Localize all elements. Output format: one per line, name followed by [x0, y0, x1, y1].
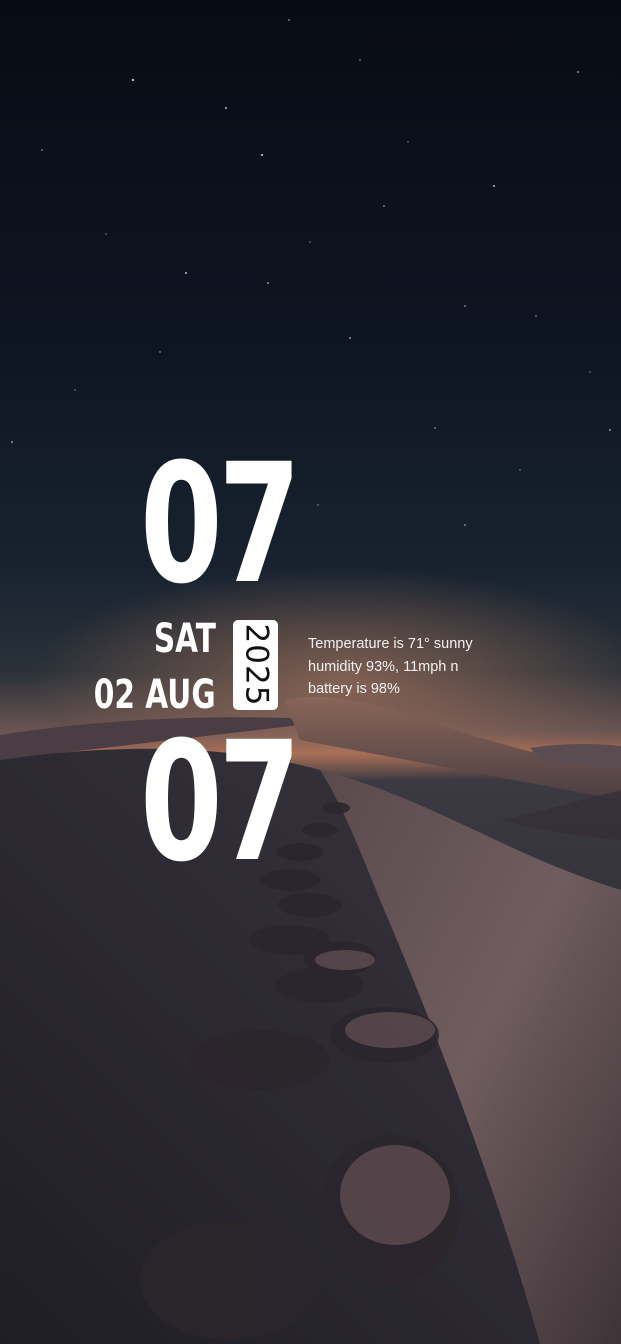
battery-line: battery is 98%	[308, 681, 400, 697]
status-info: Temperature is 71° sunny humidity 93%, 1…	[308, 633, 473, 701]
year-badge: 2025	[233, 620, 278, 710]
weather-line: Temperature is 71° sunny	[308, 636, 473, 652]
humidity-wind-line: humidity 93%, 11mph n	[308, 658, 459, 675]
clock-minute: 07	[140, 706, 301, 898]
lock-screen: 07 SAT 02 AUG 2025 Temperature is 71° su…	[0, 0, 621, 1344]
year-label: 2025	[238, 623, 274, 707]
weekday-label: SAT	[153, 616, 216, 662]
clock-hour: 07	[140, 428, 301, 620]
